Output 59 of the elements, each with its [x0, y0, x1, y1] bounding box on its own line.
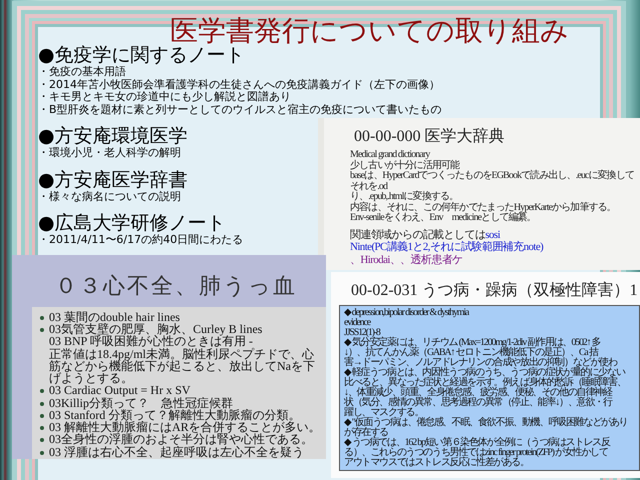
text-line: Env-senileをくわえ、Env medicineとして編纂。 — [350, 213, 536, 224]
text-line: 少し古いが十分に活用可能 — [350, 160, 461, 170]
list-item: 正常値は18.4pg/ml未満。脳性利尿ペプチドで、心筋などから機能低下が起こると、放出してNaを下げようとする。 — [49, 348, 316, 384]
text-line: evidence — [344, 318, 370, 328]
text-line: ◆ うつ病では、162 bp短い第６染色体が全例に（うつ病はストレス反 — [344, 438, 612, 448]
text-line: baseは、HyperCardでつくったものをEGBookで読み出し、.eucに変換してそれを.od — [350, 171, 634, 192]
list-item: 03全身性の浮腫のおよそ半分は腎や心性である。 — [49, 433, 314, 446]
text-link[interactable]: 、Hirodai、、透析患者ケ — [350, 254, 463, 266]
list-item: 03 Cardiac Output = Hr x SV — [49, 384, 192, 397]
text-line: ◆ "仮面うつ病は、倦怠感、不眠、食欲不振、動機、呼吸困難などがあり — [344, 418, 628, 428]
text-link[interactable]: Ninte(PC講義1と2,それに試験範囲補充note) — [350, 241, 544, 254]
list-item: ・キモ男とキモ女の珍道中にも少し解説と図譜あり — [38, 91, 292, 104]
slide-title: ０３心不全、肺うっ血 — [55, 272, 297, 300]
bullet-icon — [40, 426, 44, 430]
list-item: ・2014年苫小牧医師会準看護学科の生徒さんへの免疫講義ガイド（左下の画像） — [38, 78, 441, 90]
text-line: 比べると、異なった症状と経過を示す。例えば身体的愁訴（睡眠障害、 — [344, 378, 627, 388]
text-line: 躍し、マスクする。 — [344, 408, 424, 418]
list-item: ・環境小児・老人科学の解明 — [38, 147, 182, 160]
text-link[interactable]: sosi — [485, 228, 500, 242]
list-item: 03 浮腫は右心不全、起座呼吸は左心不全を疑う — [49, 446, 305, 458]
text-line: が存在する — [344, 428, 390, 438]
list-item: 03 BNP 呼吸困難が心性のときは有用 - — [49, 335, 253, 348]
page-title: 00-00-000 医学大辞典 — [354, 126, 506, 147]
text-line: り、.epub,.htmlに変換する。 — [350, 192, 460, 202]
text-line: 状（気分、感情の異常、思考過程の異常（停止、能率↓）、意欲・行 — [344, 398, 614, 408]
section-heading: ●免疫学に関するノート — [38, 45, 246, 66]
list-item: ・様々な病名についての説明 — [38, 190, 182, 203]
text-line: ◆ depression,bipolar disorder & dysthymia — [344, 308, 470, 318]
page-title: 00-02-031 うつ病・躁病（双極性障害）1 — [351, 280, 639, 301]
text-line: る）、これらのうつのうち男性ではzinc finger protein(ZFP) が女性かして — [344, 448, 609, 458]
list-item: ・2011/4/11〜6/17の約40日間にわたる — [38, 234, 244, 246]
bullet-icon — [40, 450, 44, 455]
text-line: 害→ドーパミン、ノルアドレナリンの合成や放出の抑制）などが使わ — [344, 358, 618, 368]
text-line: ◆ 軽症うつ病とは、内因性うつ病のうち、うつ病の症状が量的に少ない — [344, 368, 626, 378]
text-line: JJSS12(1)-8 — [344, 328, 380, 338]
section-heading: ●広島大学研修ノート — [38, 213, 227, 234]
text-line: ↓）、抗てんかん薬（GABA↑ セロトニン機能低下の是正）、Ca 拮 — [344, 348, 598, 358]
list-item: ・免疫の基本用語 — [38, 66, 127, 78]
list-item: 03Killip分類って？ 急性冠症候群 — [49, 396, 234, 409]
text-line: 関連領域からの記載としては — [350, 228, 486, 241]
list-item: 03 解離性大動脈瘤にはARを合併することが多い。 — [49, 421, 322, 434]
bullet-icon — [40, 402, 44, 406]
text-line: アウトマウスではストレス反応に性差がある。 — [344, 458, 529, 468]
slide-title: 医学書発行についての取り組み — [170, 16, 569, 46]
text-line: Medical grand dictionary — [350, 150, 431, 160]
bullet-icon — [40, 328, 44, 332]
text-line: ↓、体重減少、頭重、全身倦怠感、疲労感、便秘、その他の自律神経 — [344, 388, 614, 398]
bullet-icon — [40, 414, 44, 418]
section-heading: ●方安庵環境医学 — [38, 126, 188, 147]
list-item: 03 葉間のdouble hair lines — [49, 311, 180, 324]
text-line: 内容は、それに、この何年かでたまったHyperKarteから加筆する。 — [350, 202, 617, 212]
text-line: ◆ 気分安定薬には、リチウム (Max=1200mg/1-2div 副作用は、0502↑ 多 — [344, 338, 602, 348]
section-heading: ●方安庵医学辞書 — [38, 170, 188, 190]
list-item: 03 Stanford 分類って？解離性大動脈瘤の分類。 — [49, 408, 302, 422]
list-item: 03気管支壁の肥厚、胸水、Curley B lines — [49, 323, 264, 336]
bullet-icon — [40, 389, 44, 394]
bullet-icon — [40, 438, 44, 442]
bullet-icon — [40, 316, 44, 320]
list-item: ・B型肝炎を題材に素と列サーとしてのウイルスと宿主の免疫について書いたもの — [38, 104, 442, 116]
